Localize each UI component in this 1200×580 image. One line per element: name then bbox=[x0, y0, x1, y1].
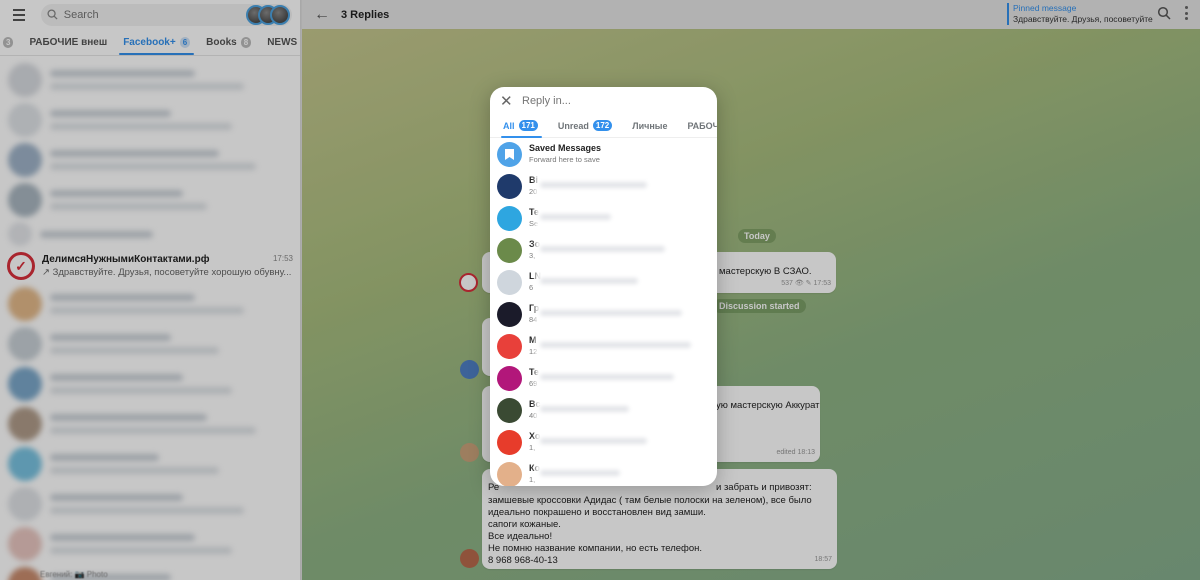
chat-avatar bbox=[497, 365, 522, 391]
blurred-overlay bbox=[535, 174, 713, 486]
saved-messages-item[interactable]: Saved Messages Forward here to save bbox=[490, 138, 717, 170]
saved-messages-subtitle: Forward here to save bbox=[529, 155, 600, 164]
tab-badge: 171 bbox=[518, 120, 538, 131]
forward-dialog: ✕ All171 Unread172 Личные РАБОЧИ Saved M… bbox=[490, 87, 717, 486]
dialog-folder-tabs: All171 Unread172 Личные РАБОЧИ bbox=[490, 114, 717, 138]
tab-label: All bbox=[503, 120, 515, 131]
tab-badge: 172 bbox=[592, 120, 613, 131]
tab-all[interactable]: All 171 bbox=[493, 114, 548, 138]
chat-avatar bbox=[497, 269, 522, 295]
bookmark-icon bbox=[497, 141, 522, 167]
close-icon[interactable]: ✕ bbox=[500, 92, 513, 110]
tab-work[interactable]: РАБОЧИ bbox=[677, 114, 717, 138]
reply-search-input[interactable] bbox=[522, 94, 692, 107]
chat-avatar bbox=[497, 429, 522, 455]
saved-messages-title: Saved Messages bbox=[529, 143, 602, 153]
tab-label: РАБОЧИ bbox=[687, 120, 717, 131]
dialog-header: ✕ bbox=[490, 87, 717, 114]
tab-label: Личные bbox=[632, 120, 668, 131]
chat-avatar bbox=[497, 461, 522, 486]
tab-label: Unread bbox=[557, 120, 589, 131]
chat-avatar bbox=[497, 173, 522, 199]
chat-avatar bbox=[497, 301, 522, 327]
chat-avatar bbox=[497, 205, 522, 231]
tab-unread[interactable]: Unread 172 bbox=[548, 114, 622, 138]
dialog-chat-list: Saved Messages Forward here to save Bi 20 T… bbox=[490, 138, 717, 486]
chat-avatar bbox=[497, 397, 522, 423]
chat-avatar bbox=[497, 333, 522, 359]
tab-personal[interactable]: Личные bbox=[622, 114, 677, 138]
chat-avatar bbox=[497, 237, 522, 263]
